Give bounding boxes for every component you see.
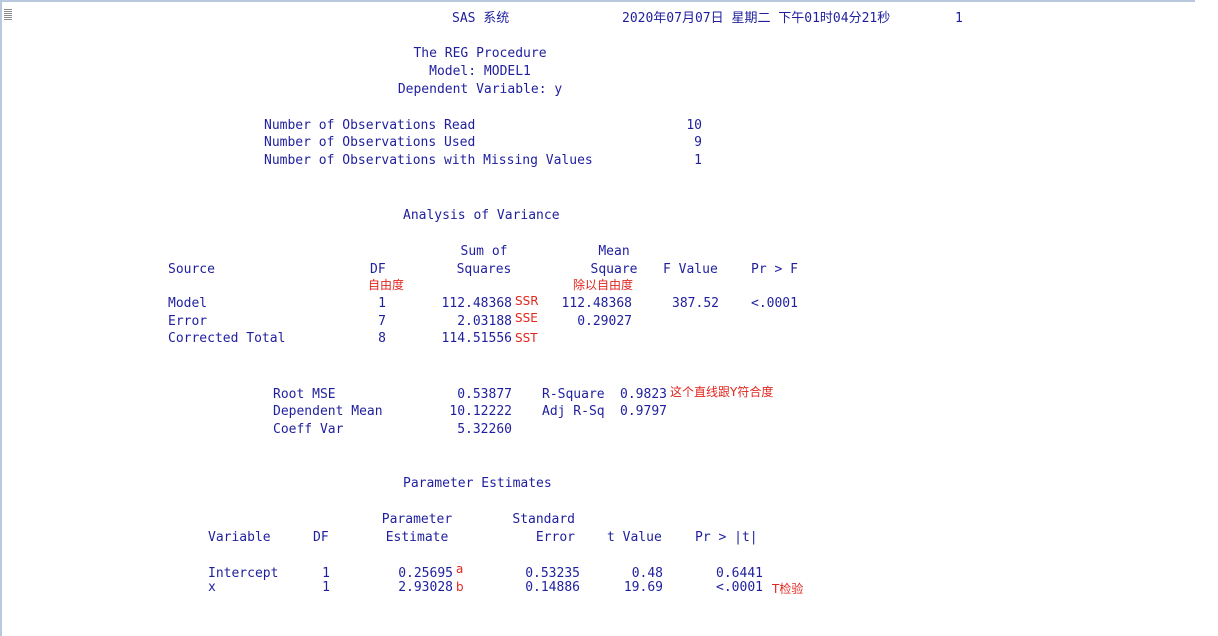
obs-read-value: 10 (686, 118, 702, 133)
params-row-x-variable: x (208, 580, 216, 595)
params-row-x-se: 0.14886 (525, 580, 580, 595)
params-row-intercept-se: 0.53235 (525, 566, 580, 581)
window-top-border (0, 0, 1195, 2)
system-title: SAS 系统 (452, 11, 510, 26)
fit-rsq-label: R-Square (542, 387, 605, 402)
model-name: Model: MODEL1 (429, 64, 531, 79)
anova-title: Analysis of Variance (403, 208, 560, 223)
anova-header-ss-top: Sum of (460, 244, 508, 259)
grip-icon[interactable] (4, 8, 12, 20)
anova-row-model-source: Model (168, 296, 208, 311)
params-header-se-bottom: Error (535, 530, 575, 545)
annotation-sse: SSE (515, 311, 538, 325)
procedure-title: The REG Procedure (413, 46, 547, 61)
anova-header-ss-bottom: Squares (456, 262, 512, 277)
datetime: 2020年07月07日 星期二 下午01时04分21秒 (622, 11, 891, 26)
params-row-intercept-df: 1 (322, 566, 330, 581)
anova-row-model-p: <.0001 (751, 296, 798, 311)
params-header-variable: Variable (208, 530, 271, 545)
fit-root-mse-label: Root MSE (273, 387, 336, 402)
anova-row-total-source: Corrected Total (168, 331, 286, 346)
annotation-ssr: SSR (515, 294, 539, 308)
params-header-est-bottom: Estimate (385, 530, 449, 545)
anova-header-ms-bottom: Square (590, 262, 638, 277)
anova-header-p: Pr > F (751, 262, 798, 277)
anova-row-total-ss: 114.51556 (441, 331, 512, 346)
annotation-a: a (456, 562, 464, 576)
anova-header-df: DF (370, 262, 386, 277)
anova-row-error-ms: 0.29027 (577, 314, 632, 329)
params-header-se-top: Standard (512, 512, 575, 527)
obs-used-value: 9 (694, 135, 702, 150)
fit-dep-mean-value: 10.12222 (449, 404, 512, 419)
params-row-intercept-variable: Intercept (208, 566, 279, 581)
anova-row-error-source: Error (168, 314, 208, 329)
anova-row-total-df: 8 (378, 331, 386, 346)
annotation-sst: SST (515, 331, 538, 345)
anova-row-error-df: 7 (378, 314, 386, 329)
anova-header-ms-top: Mean (598, 244, 630, 259)
anova-row-model-f: 387.52 (672, 296, 719, 311)
anova-header-f: F Value (663, 262, 718, 277)
dependent-variable: Dependent Variable: y (397, 82, 563, 97)
params-row-intercept-estimate: 0.25695 (398, 566, 453, 581)
obs-read-label: Number of Observations Read (264, 118, 476, 133)
anova-row-model-ms: 112.48368 (561, 296, 632, 311)
annotation-ttest: T检验 (772, 582, 804, 596)
params-row-intercept-p: 0.6441 (716, 566, 763, 581)
fit-adj-rsq-value: 0.9797 (620, 404, 667, 419)
params-row-x-t: 19.69 (623, 580, 663, 595)
params-header-est-top: Parameter (381, 512, 453, 527)
page-number: 1 (955, 11, 963, 26)
obs-missing-value: 1 (694, 153, 702, 168)
obs-used-label: Number of Observations Used (264, 135, 476, 150)
window-left-border (0, 0, 2, 636)
fit-rsq-value: 0.9823 (620, 387, 667, 402)
anova-row-model-ss: 112.48368 (441, 296, 512, 311)
fit-root-mse-value: 0.53877 (457, 387, 512, 402)
fit-coeff-var-value: 5.32260 (457, 422, 512, 437)
params-title: Parameter Estimates (403, 476, 552, 491)
params-header-df: DF (313, 530, 329, 545)
params-row-intercept-t: 0.48 (631, 566, 663, 581)
annotation-b: b (456, 580, 464, 594)
obs-missing-label: Number of Observations with Missing Valu… (264, 153, 593, 168)
fit-coeff-var-label: Coeff Var (273, 422, 344, 437)
annotation-rsq: 这个直线跟Y符合度 (670, 385, 774, 399)
anova-row-error-ss: 2.03188 (457, 314, 512, 329)
fit-dep-mean-label: Dependent Mean (273, 404, 383, 419)
fit-adj-rsq-label: Adj R-Sq (542, 404, 605, 419)
annotation-ms: 除以自由度 (573, 278, 634, 292)
anova-header-source: Source (168, 262, 215, 277)
params-header-t: t Value (607, 530, 662, 545)
params-header-p: Pr > |t| (695, 530, 758, 545)
params-row-x-df: 1 (322, 580, 330, 595)
params-row-x-estimate: 2.93028 (398, 580, 453, 595)
params-row-x-p: <.0001 (716, 580, 763, 595)
annotation-df: 自由度 (368, 278, 405, 292)
anova-row-model-df: 1 (378, 296, 386, 311)
